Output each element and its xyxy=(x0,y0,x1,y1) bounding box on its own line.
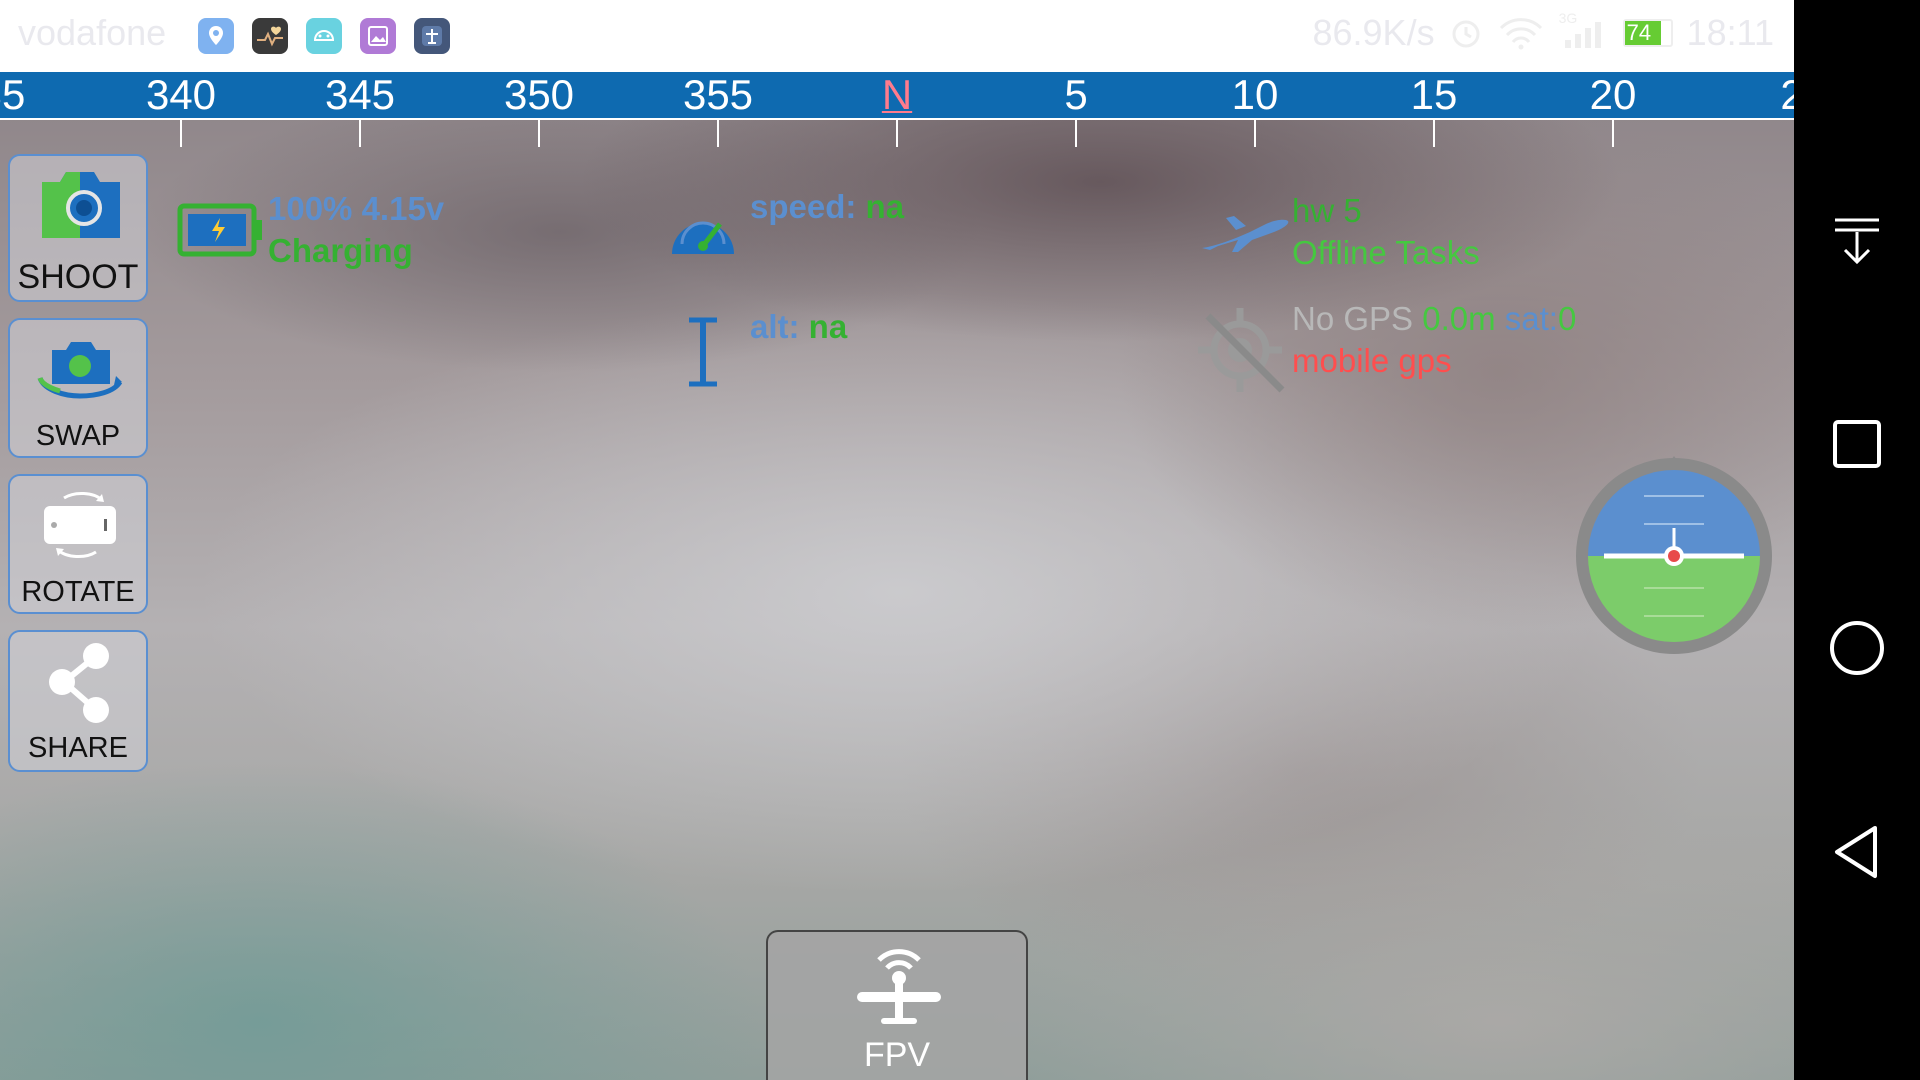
navigation-bar xyxy=(1794,0,1920,1080)
network-speed: 86.9K/s xyxy=(1312,12,1435,53)
hardware-version: hw 5 xyxy=(1292,192,1362,229)
notification-pulldown-icon[interactable] xyxy=(1827,208,1887,268)
rotate-button[interactable]: ROTATE xyxy=(8,474,148,614)
compass-tick-mark xyxy=(1075,119,1077,147)
compass-tick-label: 10 xyxy=(1231,72,1279,118)
shoot-button[interactable]: SHOOT xyxy=(8,154,148,302)
airplane-icon xyxy=(1202,216,1289,252)
battery-readout: 100% 4.15v Charging xyxy=(268,188,444,272)
drone-signal-icon xyxy=(857,949,941,1024)
offline-tasks-link[interactable]: Offline Tasks xyxy=(1292,232,1480,274)
wifi-icon xyxy=(1499,18,1542,50)
back-icon[interactable] xyxy=(1827,822,1887,882)
clock: 18:11 xyxy=(1686,12,1774,53)
battery-state: Charging xyxy=(268,232,413,269)
maps-app-icon xyxy=(198,18,234,54)
swap-camera-icon xyxy=(37,342,123,399)
drone-app-icon xyxy=(414,18,450,54)
swap-label: SWAP xyxy=(35,420,121,452)
gps-source[interactable]: mobile gps xyxy=(1292,340,1576,382)
signal-icon: 3G xyxy=(1559,10,1609,50)
battery-icon: 74 xyxy=(1622,19,1673,47)
share-icon xyxy=(49,643,109,723)
compass-tick-mark xyxy=(180,119,182,147)
altitude-value: na xyxy=(808,308,848,345)
battery-percent: 74 xyxy=(1626,20,1652,45)
swap-button[interactable]: SWAP xyxy=(8,318,148,458)
share-label: SHARE xyxy=(28,732,128,764)
compass-tick-label: 340 xyxy=(145,72,217,118)
compass-tick-mark xyxy=(1612,119,1614,147)
altitude-icon xyxy=(689,317,717,387)
compass-tick-label: 350 xyxy=(503,72,575,118)
camera-icon xyxy=(42,172,120,238)
health-app-icon xyxy=(252,18,288,54)
compass-heading-tape: 35 340 345 350 355 N 5 10 15 20 2 xyxy=(0,72,1794,120)
compass-tick-mark xyxy=(359,119,361,147)
altitude-label: alt: xyxy=(750,308,800,345)
compass-tick-label: 35 xyxy=(0,72,26,118)
flight-readout: hw 5 Offline Tasks xyxy=(1292,190,1480,274)
gps-distance: 0.0m xyxy=(1422,300,1496,337)
gps-status: No GPS xyxy=(1292,300,1414,337)
gps-sat-label: sat: xyxy=(1504,300,1558,337)
compass-tick-mark xyxy=(1433,119,1435,147)
speed-readout: speed: na xyxy=(750,188,904,226)
share-button[interactable]: SHARE xyxy=(8,630,148,772)
compass-tick-label: 355 xyxy=(682,72,754,118)
speedometer-icon xyxy=(672,221,734,254)
compass-tick-mark xyxy=(896,119,898,147)
fpv-button[interactable]: FPV xyxy=(766,930,1028,1080)
alarm-icon xyxy=(1452,20,1480,48)
battery-charging-icon xyxy=(177,203,262,257)
home-icon[interactable] xyxy=(1827,618,1887,678)
compass-tick-label: 2 xyxy=(1780,72,1794,118)
gallery-app-icon xyxy=(360,18,396,54)
status-right: 86.9K/s 3G 74 18:11 xyxy=(1312,10,1774,54)
compass-tick-label: 345 xyxy=(324,72,396,118)
artificial-horizon xyxy=(1576,456,1772,654)
gps-status-line: No GPS 0.0m sat:0 xyxy=(1292,298,1576,340)
android-app-icon xyxy=(306,18,342,54)
carrier-name: vodafone xyxy=(18,12,167,53)
recent-apps-icon[interactable] xyxy=(1827,414,1887,474)
compass-tick-label: 5 xyxy=(1064,72,1088,118)
gps-readout: No GPS 0.0m sat:0 mobile gps xyxy=(1292,298,1576,382)
rotate-label: ROTATE xyxy=(21,576,135,608)
status-bar: vodafone 86.9K/s 3G 74 18:11 xyxy=(0,0,1794,72)
rotate-device-icon xyxy=(44,491,116,559)
gps-sat-value: 0 xyxy=(1557,300,1577,337)
speed-label: speed: xyxy=(750,188,857,225)
shoot-label: SHOOT xyxy=(17,258,139,296)
battery-level: 100% 4.15v xyxy=(268,190,445,227)
fpv-label: FPV xyxy=(863,1036,931,1074)
signal-type-label: 3G xyxy=(1558,10,1578,26)
gps-off-icon xyxy=(1198,308,1285,393)
compass-tick-label: 20 xyxy=(1589,72,1637,118)
altitude-readout: alt: na xyxy=(750,308,847,346)
speed-value: na xyxy=(865,188,905,225)
compass-north-label: N xyxy=(881,72,913,118)
compass-tick-mark xyxy=(1254,119,1256,147)
compass-tick-mark xyxy=(717,119,719,147)
compass-tick-label: 15 xyxy=(1410,72,1458,118)
compass-tick-mark xyxy=(538,119,540,147)
